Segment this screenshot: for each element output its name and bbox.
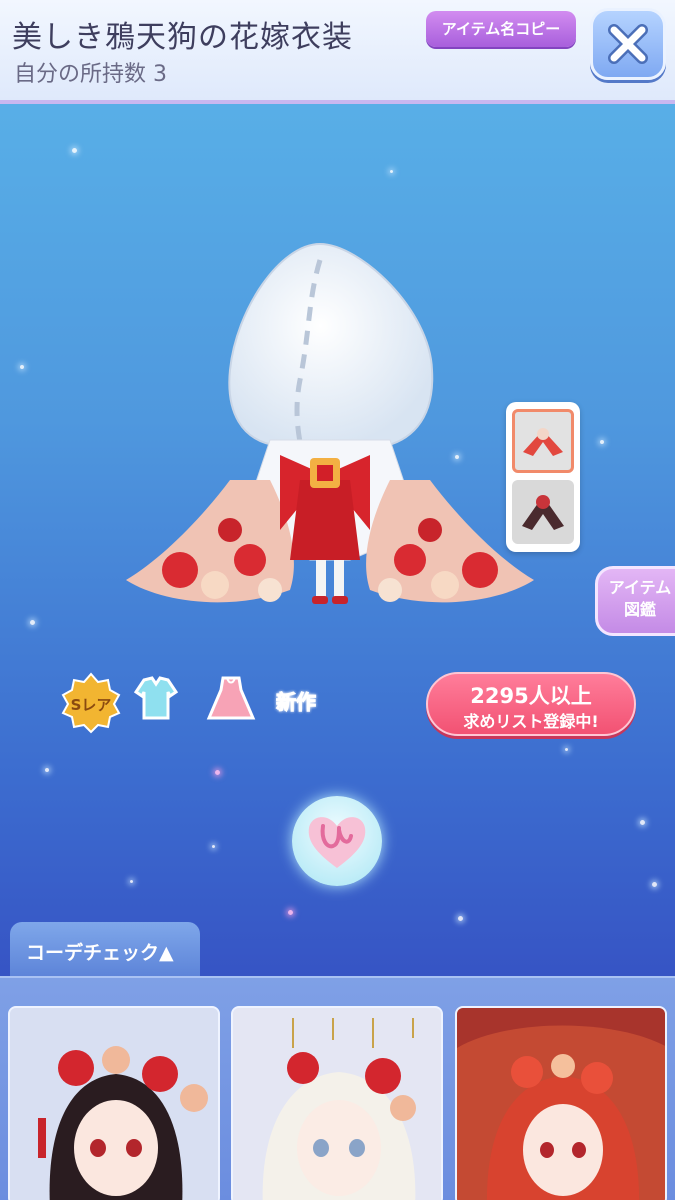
owned-count: 自分の所持数 3 <box>14 62 167 87</box>
sparkle <box>640 820 645 825</box>
copy-item-name-button[interactable]: アイテム名コピー <box>426 11 576 47</box>
variant-thumbnail[interactable] <box>512 480 574 544</box>
sparkle <box>565 748 568 751</box>
sparkle <box>652 882 657 887</box>
sparkle <box>30 620 35 625</box>
heart-icon <box>308 817 366 868</box>
wishlist-text: 求めリスト登録中! <box>463 712 599 731</box>
sparkle <box>20 365 24 369</box>
variant-selector <box>506 402 580 552</box>
item-preview-image <box>120 230 540 630</box>
coordinate-card[interactable] <box>455 1006 667 1200</box>
sparkle <box>458 916 463 921</box>
sparkle <box>72 148 77 153</box>
dress-icon <box>203 672 259 728</box>
sparkle <box>390 170 393 173</box>
coordinate-check-tab[interactable]: コーデチェック▲ <box>10 922 200 978</box>
sparkle <box>215 770 220 775</box>
sparkle <box>288 910 293 915</box>
sparkle <box>45 768 49 772</box>
item-header: 美しき鴉天狗の花嫁衣装 自分の所持数 3 アイテム名コピー <box>0 0 675 104</box>
encyclopedia-label-2: 図鑑 <box>623 600 656 619</box>
sparkle <box>212 845 215 848</box>
encyclopedia-label-1: アイテム <box>608 578 672 597</box>
coordinate-card[interactable] <box>8 1006 220 1200</box>
wishlist-status[interactable]: 2295人以上 求めリスト登録中! <box>426 672 636 736</box>
close-button[interactable] <box>590 8 666 80</box>
item-title: 美しき鴉天狗の花嫁衣装 <box>12 20 353 55</box>
close-x-icon <box>608 24 648 64</box>
s-rare-badge-icon: Sレア <box>60 672 122 734</box>
favorite-heart-button[interactable] <box>292 796 382 886</box>
sparkle <box>600 440 604 444</box>
coordinate-card[interactable] <box>231 1006 443 1200</box>
top-icon <box>130 672 182 724</box>
rarity-text: Sレア <box>71 696 112 714</box>
wishlist-count: 2295人以上 <box>470 684 592 708</box>
item-encyclopedia-button[interactable]: アイテム 図鑑 <box>595 566 675 636</box>
new-badge: 新作 <box>276 690 317 715</box>
variant-thumbnail[interactable] <box>512 409 574 473</box>
sparkle <box>130 880 133 883</box>
